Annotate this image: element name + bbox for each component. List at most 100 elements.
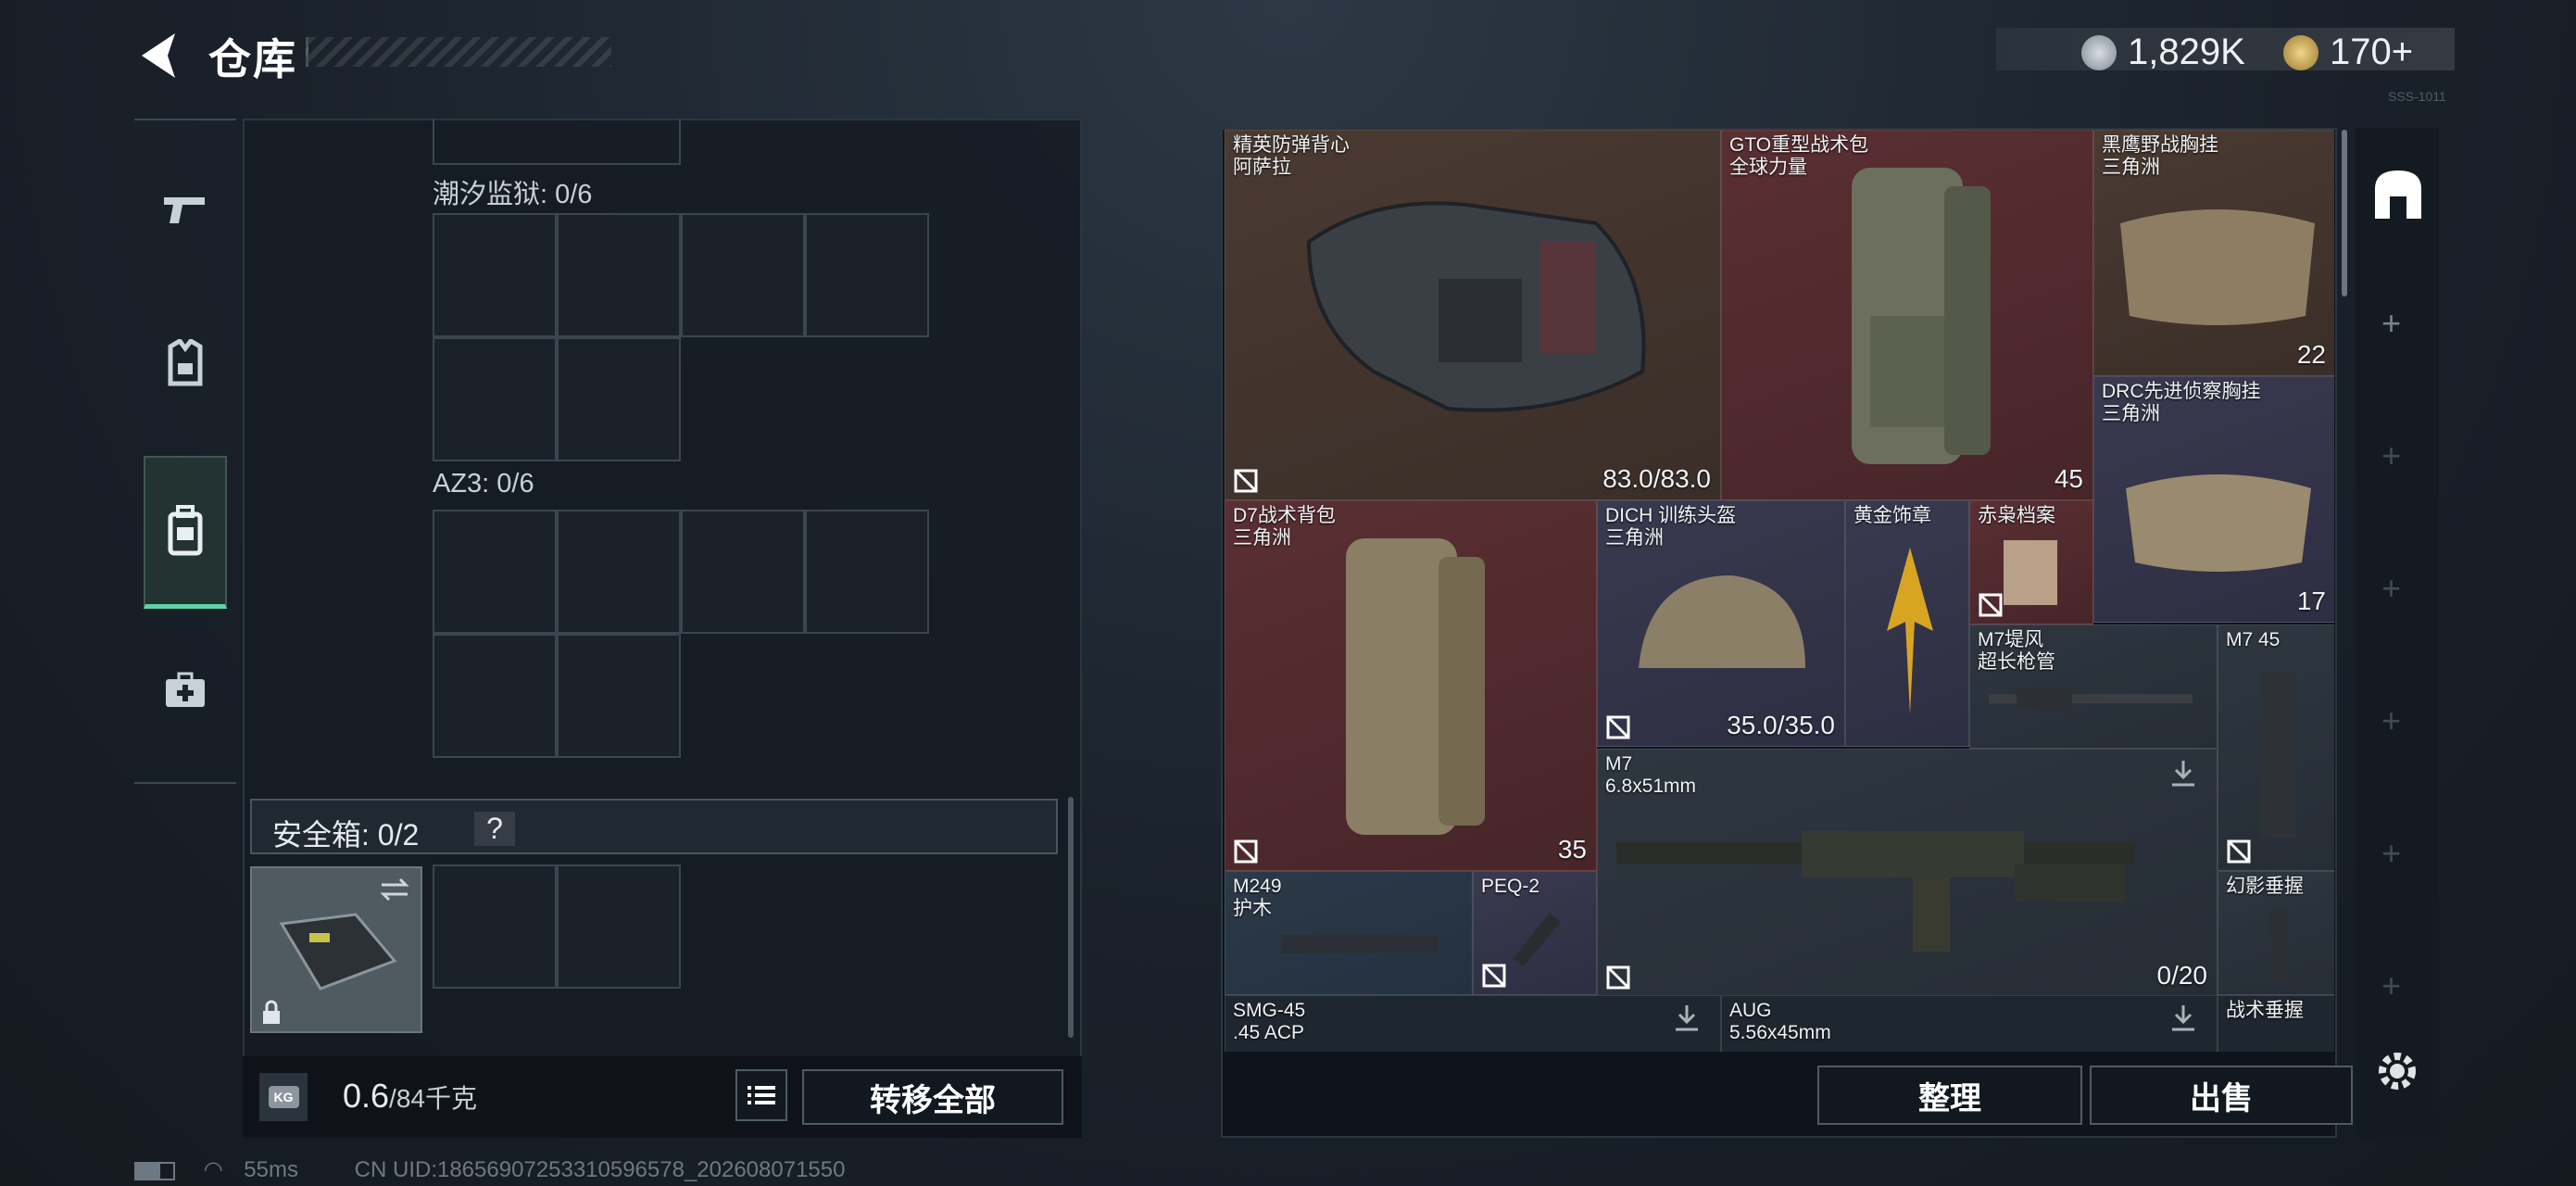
- item-name: M249 护木: [1233, 876, 1282, 919]
- barrel-item-image: [1989, 688, 2193, 709]
- add-page-plus-icon[interactable]: +: [2381, 569, 2401, 608]
- grid-slot[interactable]: [805, 510, 929, 634]
- swap-icon[interactable]: [378, 876, 411, 903]
- safebox-help-button[interactable]: ?: [474, 812, 515, 846]
- safe-case-icon: [279, 913, 397, 990]
- safebox-grid: [433, 864, 681, 989]
- left-scrollbar[interactable]: [1068, 797, 1074, 1038]
- stash-item-gto-pack[interactable]: GTO重型战术包 全球力量 45: [1721, 130, 2093, 500]
- safebox-label: 安全箱: 0/2: [272, 818, 420, 852]
- category-tabs: [134, 119, 236, 784]
- add-page-plus-icon[interactable]: +: [2381, 966, 2401, 1005]
- grid-slot[interactable]: [557, 337, 681, 461]
- grid-slot[interactable]: [433, 510, 557, 634]
- grid-slot[interactable]: [433, 337, 557, 461]
- sort-button[interactable]: 整理: [1817, 1066, 2082, 1125]
- grid-slot[interactable]: [805, 213, 929, 337]
- stash-item-aug[interactable]: AUG 5.56x45mm: [1721, 995, 2218, 1052]
- add-page-plus-icon[interactable]: +: [2381, 436, 2401, 475]
- grid-az3: [433, 510, 929, 758]
- stash-item-tactical-grip[interactable]: 战术垂握: [2218, 995, 2334, 1052]
- item-name: AUG 5.56x45mm: [1729, 1000, 1831, 1043]
- no-insure-icon: [1234, 839, 1258, 864]
- item-name: 赤枭档案: [1978, 505, 2055, 526]
- settings-gear-icon[interactable]: [2373, 1047, 2421, 1095]
- stash-home-icon[interactable]: [2369, 165, 2427, 222]
- grid-slot[interactable]: [433, 634, 557, 758]
- tab-containers[interactable]: [144, 456, 227, 609]
- silver-amount: 1,829K: [2128, 32, 2245, 72]
- magazine-item-image: [2259, 672, 2296, 839]
- chest-rig-item-image: [2126, 474, 2311, 572]
- prev-grid-tail: [433, 119, 681, 165]
- handguard-item-image: [1281, 935, 1439, 953]
- stash-item-gold-badge[interactable]: 黄金饰章: [1845, 500, 1969, 747]
- grid-slot[interactable]: [557, 864, 681, 989]
- list-view-button[interactable]: [735, 1069, 787, 1121]
- wifi-icon: ◠: [203, 1157, 223, 1182]
- grid-slot[interactable]: [681, 213, 805, 337]
- stash-item-smg45[interactable]: SMG-45.45 ACP: [1225, 995, 1721, 1052]
- no-insure-icon: [1606, 965, 1630, 990]
- stash-item-peq2[interactable]: PEQ-2: [1473, 871, 1597, 995]
- stash-item-drc-rig[interactable]: DRC先进侦察胸挂 三角洲 17: [2093, 376, 2334, 623]
- sell-button[interactable]: 出售: [2090, 1066, 2353, 1125]
- lock-icon: [263, 1000, 280, 1024]
- item-capacity: 22: [2296, 340, 2326, 369]
- download-icon[interactable]: [2168, 759, 2198, 789]
- weight-value: 0.6: [343, 1077, 390, 1115]
- item-name: 黄金饰章: [1853, 505, 1931, 526]
- user-uid: CN UID:18656907253310596578_202608071550: [354, 1157, 846, 1182]
- grid-slot[interactable]: [433, 213, 557, 337]
- add-page-plus-icon[interactable]: +: [2381, 701, 2401, 740]
- grid-slot[interactable]: [557, 213, 681, 337]
- back-arrow-icon[interactable]: [134, 30, 182, 82]
- left-footer: KG 0.6/84千克 转移全部: [243, 1056, 1082, 1138]
- stash-item-m7-mag[interactable]: M7 45: [2218, 625, 2334, 871]
- weight-max: /84千克: [389, 1084, 477, 1113]
- badge-item-image: [1887, 548, 1933, 714]
- tab-supplies[interactable]: [144, 649, 227, 732]
- stash-item-elite-vest[interactable]: 精英防弹背心 阿萨拉 83.0/83.0: [1225, 130, 1721, 500]
- add-page-plus-icon[interactable]: +: [2381, 304, 2401, 343]
- file-item-image: [2004, 540, 2057, 605]
- stash-page-sidebar: + + + + + +: [2356, 128, 2439, 1138]
- currency-gold[interactable]: 170+: [2283, 32, 2413, 73]
- gold-coin-icon: [2283, 34, 2318, 70]
- tab-equipment[interactable]: [144, 322, 227, 405]
- stash-item-m249-handguard[interactable]: M249 护木: [1225, 871, 1473, 995]
- tab-weapons[interactable]: [144, 167, 227, 250]
- backpack-item-image: [1852, 168, 1991, 464]
- stash-item-blackhawk-rig[interactable]: 黑鹰野战胸挂 三角洲 22: [2093, 130, 2334, 376]
- stash-item-dich-helmet[interactable]: DICH 训练头盔 三角洲 35.0/35.0: [1597, 500, 1845, 747]
- grid-slot[interactable]: [681, 510, 805, 634]
- stash-item-d7-pack[interactable]: D7战术背包 三角洲 35: [1225, 500, 1597, 871]
- stash-item-m7-barrel[interactable]: M7堤风 超长枪管: [1969, 625, 2218, 749]
- download-icon[interactable]: [2168, 1003, 2198, 1033]
- item-name: M7 45: [2226, 629, 2281, 650]
- grid-tide-prison: [433, 213, 929, 461]
- weight-readout: 0.6/84千克: [343, 1077, 477, 1116]
- safebox-item[interactable]: [250, 866, 422, 1033]
- currency-silver: 1,829K: [2081, 32, 2245, 73]
- stash-scrollbar[interactable]: [2342, 130, 2347, 296]
- grid-slot[interactable]: [557, 634, 681, 758]
- list-icon: [748, 1086, 775, 1104]
- item-name: 幻影垂握: [2226, 876, 2304, 897]
- grid-slot[interactable]: [433, 864, 557, 989]
- download-icon[interactable]: [1672, 1003, 1702, 1033]
- vest-item-image: [1306, 201, 1646, 412]
- no-insure-icon: [1606, 715, 1630, 739]
- stash-item-phantom-grip[interactable]: 幻影垂握: [2218, 871, 2334, 995]
- stash-item-m7-rifle[interactable]: M7 6.8x51mm 0/20: [1597, 749, 2218, 997]
- grip-item-image: [2270, 909, 2287, 983]
- grid-label-az3: AZ3: 0/6: [433, 469, 534, 498]
- no-insure-icon: [1979, 593, 2003, 617]
- transfer-all-button[interactable]: 转移全部: [802, 1069, 1063, 1125]
- currency-bar: 1,829K 170+: [1996, 28, 2455, 73]
- medkit-icon: [166, 672, 205, 707]
- stash-item-red-owl-file[interactable]: 赤枭档案: [1969, 500, 2093, 625]
- battery-icon: [134, 1161, 175, 1180]
- add-page-plus-icon[interactable]: +: [2381, 834, 2401, 873]
- grid-slot[interactable]: [557, 510, 681, 634]
